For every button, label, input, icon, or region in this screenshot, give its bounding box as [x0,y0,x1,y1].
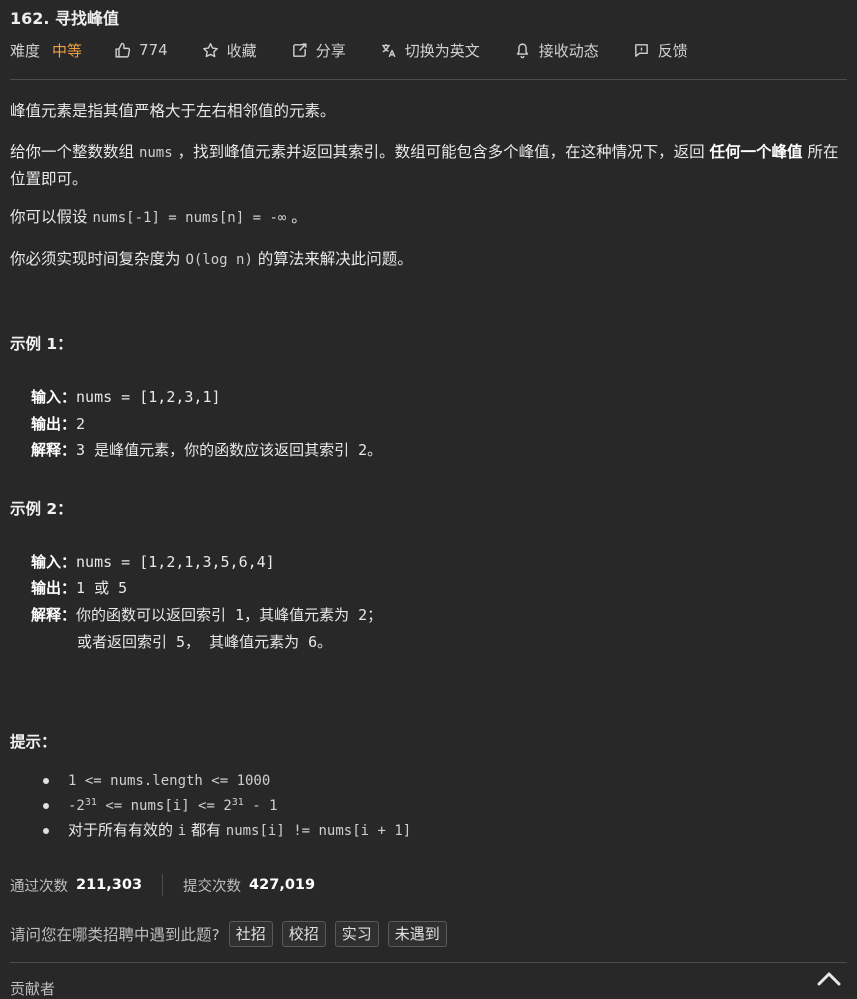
problem-title: 162. 寻找峰值 [10,9,120,28]
inline-code-boundary: nums[-1] = nums[n] = -∞ [92,210,287,226]
hint-text: 对于所有有效的 [68,821,178,839]
contributor-label: 贡献者 [10,980,56,998]
switch-language-button[interactable]: 切换为英文 [380,40,480,61]
description-text: 你可以假设 [10,208,93,226]
like-count: 774 [139,41,168,59]
output-label: 输出： [31,415,77,433]
notification-label: 接收动态 [538,41,599,60]
hints-list: 1 <= nums.length <= 1000 -231 <= nums[i]… [40,768,411,843]
hint-part: - 1 [243,798,278,814]
description-text: 的算法来解决此问题。 [252,250,413,268]
inline-code-nums: nums [138,145,173,161]
hint-code: i [177,823,187,839]
difficulty-value: 中等 [52,41,83,60]
feedback-icon [634,43,648,57]
stats-divider [162,874,164,896]
description-paragraph-3: 你可以假设 nums[-1] = nums[n] = -∞ 。 [10,204,850,231]
submission-stats: 通过次数 211,303 提交次数 427,019 [10,874,315,896]
like-button[interactable]: 774 [114,41,168,59]
description-paragraph-2: 给你一个整数数组 nums ，找到峰值元素并返回其索引。数组可能包含多个峰值，在… [10,139,850,192]
difficulty-label: 难度 [10,41,41,60]
example-2-explanation-continued: 或者返回索引 5， 其峰值元素为 6。 [77,633,333,651]
share-button[interactable]: 分享 [291,40,346,61]
share-label: 分享 [315,41,346,60]
hint-part: -2 [68,798,85,814]
example-2-title: 示例 2： [10,500,73,518]
hint-code: -231 <= nums[i] <= 231 - 1 [68,797,278,814]
thumbs-up-icon [115,42,131,58]
share-icon [292,42,307,57]
hints-title: 提示： [10,733,57,751]
example-2-explanation: 解释：你的函数可以返回索引 1，其峰值元素为 2； [31,604,382,625]
output-label: 输出： [31,579,77,597]
bold-any-peak: 任何一个峰值 [709,143,803,161]
description-paragraph-4: 你必须实现时间复杂度为 O(log n) 的算法来解决此问题。 [10,246,850,273]
example-2-output: 输出：1 或 5 [31,577,127,598]
hint-superscript: 31 [231,797,244,808]
example-1-input: 输入：nums = [1,2,3,1] [31,386,221,407]
description-text: 你必须实现时间复杂度为 [10,250,186,268]
example-2-input: 输入：nums = [1,2,1,3,5,6,4] [31,551,275,572]
hint-code: 1 <= nums.length <= 1000 [68,773,271,789]
hint-code: nums[i] != nums[i + 1] [225,823,412,839]
submitted-label: 提交次数 [183,878,242,895]
input-value: nums = [1,2,3,1] [76,388,221,406]
description-paragraph-1: 峰值元素是指其值严格大于左右相邻值的元素。 [10,102,336,120]
inline-code-complexity: O(log n) [185,252,253,268]
header-divider [10,79,847,80]
description-text: 。 [286,208,307,226]
option-internship[interactable]: 实习 [334,921,379,947]
switch-language-label: 切换为英文 [404,41,480,60]
hint-part: <= nums[i] <= 2 [96,798,232,814]
favorite-label: 收藏 [226,41,257,60]
feedback-button[interactable]: 反馈 [633,40,688,61]
option-campus-recruit[interactable]: 校招 [281,921,326,947]
problem-meta-bar: 难度 中等 774 收藏 分享 切换为英文 接收动态 反馈 [10,38,722,62]
output-value: 1 或 5 [76,579,128,597]
hint-item: -231 <= nums[i] <= 231 - 1 [40,793,411,818]
expand-up-icon[interactable] [815,970,843,986]
submitted-count: 427,019 [249,877,316,893]
notification-button[interactable]: 接收动态 [514,40,599,61]
explanation-label: 解释： [31,441,77,459]
example-1-title: 示例 1： [10,335,73,353]
description-text: ，找到峰值元素并返回其索引。数组可能包含多个峰值，在这种情况下，返回 [172,143,710,161]
input-label: 输入： [31,553,77,571]
description-text: 给你一个整数数组 [10,143,139,161]
feedback-label: 反馈 [657,41,688,60]
option-not-encountered[interactable]: 未遇到 [387,921,447,947]
hint-item: 1 <= nums.length <= 1000 [40,768,411,793]
footer-divider [10,962,847,963]
explanation-label: 解释： [31,606,77,624]
explanation-value: 3 是峰值元素，你的函数应该返回其索引 2。 [76,441,383,459]
hint-superscript: 31 [84,797,97,808]
input-value: nums = [1,2,1,3,5,6,4] [76,553,275,571]
input-label: 输入： [31,388,77,406]
example-1-explanation: 解释：3 是峰值元素，你的函数应该返回其索引 2。 [31,439,382,460]
hint-text: 都有 [186,821,226,839]
interview-source-text: 请问您在哪类招聘中遇到此题? [10,926,220,944]
example-1-output: 输出：2 [31,413,85,434]
interview-source-question: 请问您在哪类招聘中遇到此题? 社招 校招 实习 未遇到 [10,921,447,947]
hint-item: 对于所有有效的 i 都有 nums[i] != nums[i + 1] [40,818,411,843]
accepted-label: 通过次数 [10,878,68,895]
translate-icon [381,43,396,57]
explanation-value: 你的函数可以返回索引 1，其峰值元素为 2； [76,606,383,624]
bell-icon [516,42,528,58]
option-social-recruit[interactable]: 社招 [228,921,273,947]
output-value: 2 [76,415,86,433]
favorite-button[interactable]: 收藏 [202,40,257,61]
star-icon [202,42,218,57]
accepted-count: 211,303 [76,877,143,893]
